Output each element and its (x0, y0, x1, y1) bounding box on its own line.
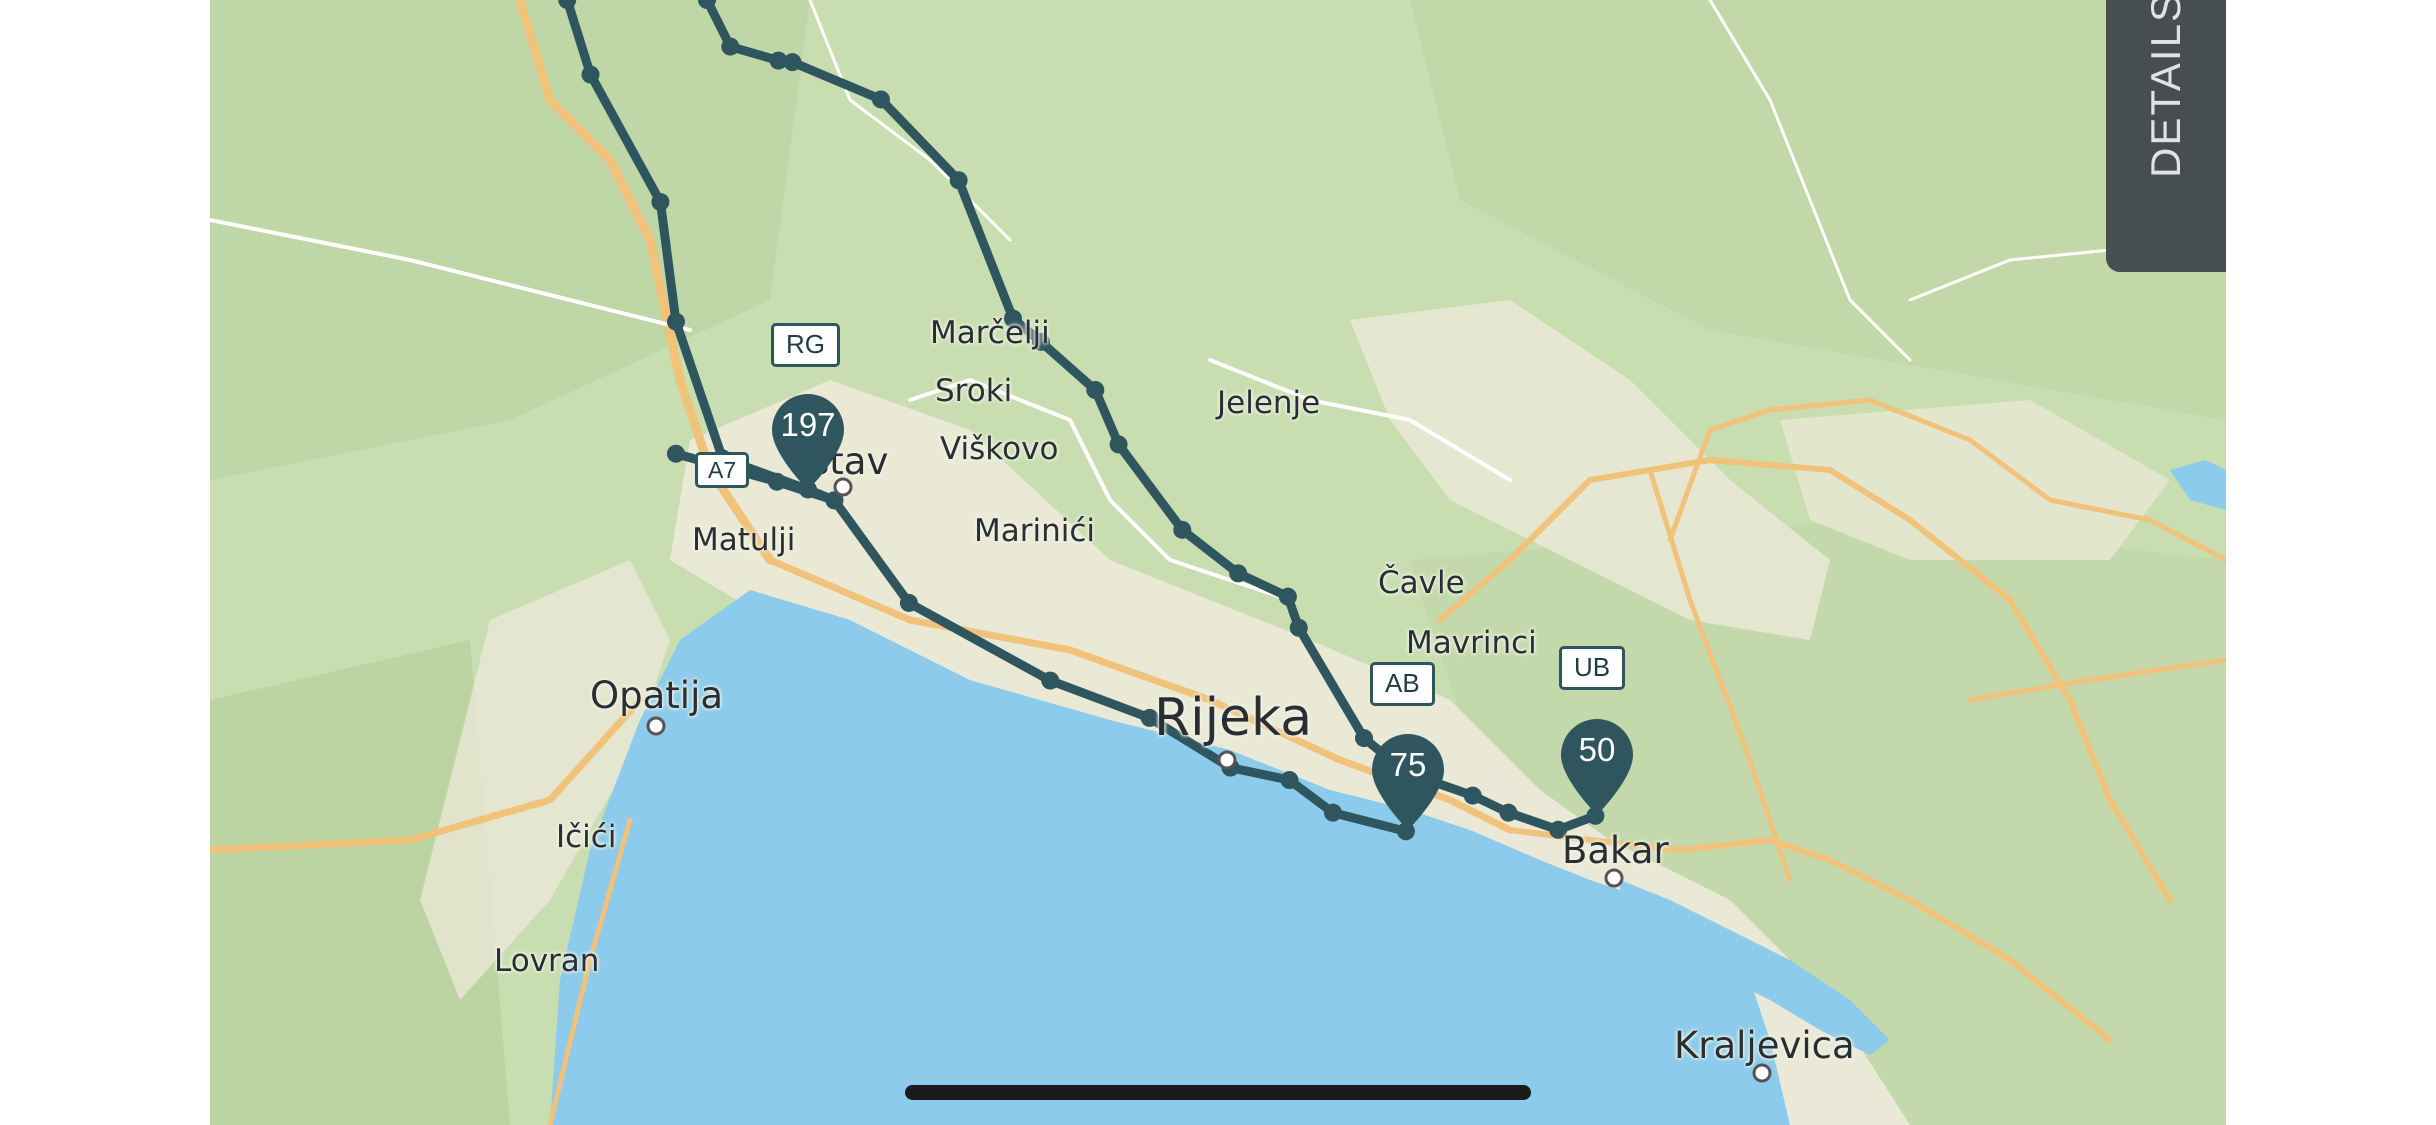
route-waypoint (651, 193, 670, 212)
place-label-marinici: Marinići (974, 513, 1096, 549)
route-waypoint (1289, 618, 1308, 637)
route-waypoint (783, 53, 802, 72)
map-pin-label: 197 (780, 406, 836, 443)
place-label-marcelji: Marčelji (930, 315, 1050, 351)
route-waypoint (1499, 803, 1518, 822)
map-pin-50[interactable]: 50 (1557, 717, 1637, 817)
route-waypoint (1278, 587, 1297, 606)
route-waypoint (666, 312, 685, 331)
place-label-icici: Ičići (556, 819, 617, 855)
place-label-rijeka: Rijeka (1154, 688, 1313, 748)
map-pin-75[interactable]: 75 (1368, 732, 1448, 832)
route-waypoint (1463, 786, 1482, 805)
route-waypoint (949, 171, 968, 190)
route-waypoint (721, 37, 740, 56)
place-label-viskovo: Viškovo (940, 431, 1059, 467)
place-label-lovran: Lovran (494, 943, 600, 979)
details-tab[interactable]: DETAILS (2106, 0, 2226, 272)
place-label-cavle: Čavle (1378, 565, 1465, 601)
route-waypoint (1109, 435, 1128, 454)
route-waypoint (666, 444, 685, 463)
map-view[interactable]: Marčelji Sroki Viškovo Jelenje stav Matu… (210, 0, 2226, 1125)
road-shield-a7: A7 (695, 452, 750, 489)
route-waypoint (1280, 771, 1299, 790)
route-waypoint (1229, 564, 1248, 583)
route-waypoint (581, 65, 600, 84)
route-waypoint (871, 90, 890, 109)
map-pin-label: 75 (1389, 746, 1427, 783)
home-indicator[interactable] (905, 1085, 1531, 1100)
place-label-sroki: Sroki (935, 373, 1013, 409)
route-waypoint (825, 491, 844, 510)
location-tag-ab[interactable]: AB (1370, 662, 1435, 706)
location-tag-rg[interactable]: RG (771, 323, 840, 367)
map-pin-197[interactable]: 197 (768, 392, 848, 492)
place-label-matulji: Matulji (692, 522, 796, 558)
map-pin-label: 50 (1578, 731, 1616, 768)
place-label-mavrinci: Mavrinci (1406, 625, 1537, 661)
route-waypoint (1173, 520, 1192, 539)
place-label-jelenje: Jelenje (1217, 385, 1321, 421)
route-waypoint (1041, 671, 1060, 690)
route-waypoint (1323, 803, 1342, 822)
place-label-opatija: Opatija (590, 674, 724, 717)
location-tag-ub[interactable]: UB (1559, 646, 1626, 690)
place-label-kraljevica: Kraljevica (1674, 1024, 1855, 1067)
route-waypoint (1086, 381, 1105, 400)
details-tab-label: DETAILS (2142, 0, 2189, 178)
route-waypoint (1221, 758, 1240, 777)
place-label-bakar: Bakar (1562, 829, 1669, 872)
route-waypoint (899, 593, 918, 612)
